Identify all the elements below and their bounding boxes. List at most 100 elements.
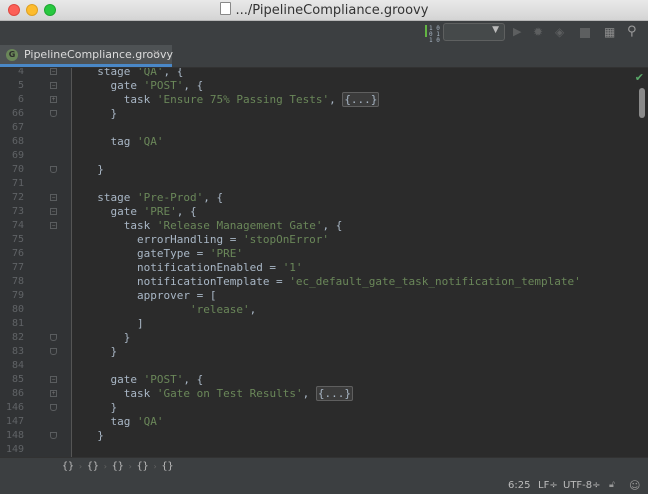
code-token: gate xyxy=(110,79,144,92)
code-line[interactable]: 70 } xyxy=(0,163,648,177)
coverage-icon[interactable]: ◈ xyxy=(555,25,564,39)
code-token: gate xyxy=(110,205,144,218)
code-token: notificationEnabled = xyxy=(136,261,283,274)
lock-icon[interactable]: 🔓︎ xyxy=(609,480,615,490)
code-token: ] xyxy=(136,317,144,330)
code-editor[interactable]: 4− stage 'QA', {5− gate 'POST', {6 + task… xyxy=(0,68,648,457)
fold-collapse-icon[interactable]: − xyxy=(50,222,57,229)
run-configuration-dropdown[interactable]: ▼ xyxy=(443,23,505,41)
no-problems-check-icon[interactable]: ✔ xyxy=(635,71,644,84)
code-line[interactable]: 149 xyxy=(0,443,648,457)
run-icon[interactable]: ▶ xyxy=(513,25,521,38)
breadcrumb-item[interactable]: {} xyxy=(62,461,74,472)
code-line[interactable]: 146 } xyxy=(0,401,648,415)
breadcrumb-item[interactable]: {} xyxy=(87,461,99,472)
code-line[interactable]: 80 'release', xyxy=(0,303,648,317)
fold-collapse-icon[interactable] xyxy=(50,166,57,173)
code-token: stage xyxy=(97,191,137,204)
code-line[interactable]: 83 } xyxy=(0,345,648,359)
code-token: } xyxy=(110,345,118,358)
build-icon-digits: 1 0 0 1 1 0 xyxy=(429,25,440,44)
file-encoding[interactable]: UTF-8÷ xyxy=(563,480,601,491)
code-token: , xyxy=(249,303,257,316)
caret-position[interactable]: 6:25 xyxy=(508,480,530,491)
code-line[interactable]: 75 errorHandling = 'stopOnError' xyxy=(0,233,648,247)
fold-expand-icon[interactable]: + xyxy=(50,390,57,397)
line-separator[interactable]: LF÷ xyxy=(538,480,558,491)
code-line[interactable]: 85 − gate 'POST', { xyxy=(0,373,648,387)
fold-expand-icon[interactable]: + xyxy=(50,96,57,103)
code-text: } xyxy=(84,345,118,359)
code-line[interactable]: 74 − task 'Release Management Gate', { xyxy=(0,219,648,233)
code-token: , { xyxy=(203,191,224,204)
breadcrumb-item[interactable]: {} xyxy=(112,461,124,472)
collapsed-block[interactable]: {...} xyxy=(315,386,353,401)
tab-pipelinecompliance-groovy[interactable]: G PipelineCompliance.groovy × xyxy=(0,45,173,67)
code-line[interactable]: 78 notificationTemplate = 'ec_default_ga… xyxy=(0,275,648,289)
collapsed-block[interactable]: {...} xyxy=(342,92,380,107)
fold-collapse-icon[interactable]: − xyxy=(50,68,57,75)
line-number: 83 xyxy=(11,346,24,357)
code-line[interactable]: 66 } xyxy=(0,107,648,121)
code-token: errorHandling = xyxy=(136,233,243,246)
code-line[interactable]: 81 ] xyxy=(0,317,648,331)
line-number: 75 xyxy=(11,234,24,245)
code-text: notificationTemplate = 'ec_default_gate_… xyxy=(84,275,581,289)
code-line[interactable]: 68 tag 'QA' xyxy=(0,135,648,149)
line-number: 74 xyxy=(11,220,24,231)
vertical-scrollbar-thumb[interactable] xyxy=(639,88,645,118)
code-line[interactable]: 6 + task 'Ensure 75% Passing Tests', {...… xyxy=(0,92,648,107)
line-number: 86 xyxy=(11,388,24,399)
line-number: 81 xyxy=(11,318,24,329)
code-text: tag 'QA' xyxy=(84,415,164,429)
fold-collapse-icon[interactable] xyxy=(50,334,57,341)
code-line[interactable]: 79 approver = [ xyxy=(0,289,648,303)
stop-icon[interactable] xyxy=(580,28,590,38)
code-token: tag xyxy=(110,135,137,148)
code-line[interactable]: 76 gateType = 'PRE' xyxy=(0,247,648,261)
code-line[interactable]: 148 } xyxy=(0,429,648,443)
code-line[interactable]: 71 xyxy=(0,177,648,191)
code-line[interactable]: 82 } xyxy=(0,331,648,345)
build-icon[interactable]: 1 0 0 1 1 0 xyxy=(424,23,440,44)
line-number: 84 xyxy=(11,360,24,371)
fold-collapse-icon[interactable]: − xyxy=(50,208,57,215)
code-line[interactable]: 4 − stage 'QA', { xyxy=(0,68,648,79)
breadcrumb-item[interactable]: {} xyxy=(137,461,149,472)
code-line[interactable]: 73 − gate 'PRE', { xyxy=(0,205,648,219)
code-token: gate xyxy=(110,373,144,386)
fold-collapse-icon[interactable] xyxy=(50,348,57,355)
code-line[interactable]: 72 − stage 'Pre-Prod', { xyxy=(0,191,648,205)
chevron-right-icon: › xyxy=(152,462,158,471)
code-line[interactable]: 5 − gate 'POST', { xyxy=(0,79,648,93)
breadcrumb-item[interactable]: {} xyxy=(162,461,174,472)
search-icon[interactable]: ⚲ xyxy=(627,24,637,39)
project-structure-icon[interactable]: ▦ xyxy=(604,25,615,39)
code-line[interactable]: 84 xyxy=(0,359,648,373)
fold-collapse-icon[interactable]: − xyxy=(50,194,57,201)
fold-collapse-icon[interactable]: − xyxy=(50,82,57,89)
code-line[interactable]: 67 xyxy=(0,121,648,135)
fold-collapse-icon[interactable]: − xyxy=(50,376,57,383)
code-token: task xyxy=(123,93,157,106)
code-line[interactable]: 77 notificationEnabled = '1' xyxy=(0,261,648,275)
code-token: , xyxy=(329,93,343,106)
code-token: , { xyxy=(176,205,197,218)
code-line[interactable]: 86 + task 'Gate on Test Results', {...} xyxy=(0,386,648,401)
code-line[interactable]: 69 xyxy=(0,149,648,163)
fold-collapse-icon[interactable] xyxy=(50,110,57,117)
code-line[interactable]: 147 tag 'QA' xyxy=(0,415,648,429)
fold-collapse-icon[interactable] xyxy=(50,432,57,439)
hector-inspector-icon[interactable]: ☺︎ xyxy=(629,479,640,492)
debug-icon[interactable]: ✹ xyxy=(533,25,543,39)
string-literal: 'ec_default_gate_task_notification_templ… xyxy=(289,275,581,288)
code-text: } xyxy=(84,107,118,121)
fold-collapse-icon[interactable] xyxy=(50,404,57,411)
close-tab-icon[interactable]: × xyxy=(152,48,160,59)
code-text: gate 'PRE', { xyxy=(84,205,197,219)
string-literal: 'Gate on Test Results' xyxy=(156,387,303,400)
string-literal: 'release' xyxy=(189,303,250,316)
